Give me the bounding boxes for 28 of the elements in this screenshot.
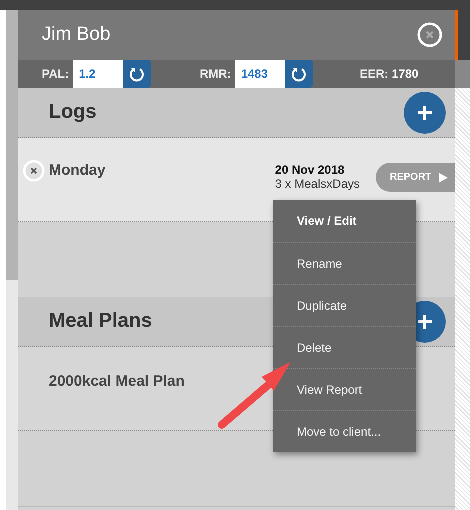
plus-icon: [417, 314, 433, 330]
close-icon[interactable]: [417, 22, 443, 48]
report-button[interactable]: REPORT: [376, 163, 455, 192]
log-name: Monday: [49, 162, 106, 179]
plus-icon: [417, 104, 433, 120]
menu-item[interactable]: Move to client...: [273, 410, 416, 452]
number-field[interactable]: 1.2: [73, 60, 124, 88]
section-title: Logs: [49, 101, 97, 124]
log-date: 20 Nov 2018: [275, 163, 346, 177]
menu-item[interactable]: Duplicate: [273, 284, 416, 326]
side-strip: [455, 60, 470, 88]
stat-label: PAL:: [42, 67, 70, 81]
client-name: Jim Bob: [42, 24, 111, 46]
section-title: Meal Plans: [49, 310, 152, 333]
stat-readout: EER: 1780: [360, 67, 419, 81]
refresh-icon: [291, 66, 308, 82]
log-detail: 3 x MealsxDays: [275, 177, 360, 191]
number-field[interactable]: 1483: [235, 60, 286, 88]
scrollbar[interactable]: [6, 10, 18, 510]
refresh-button[interactable]: [285, 60, 314, 88]
refresh-icon: [129, 66, 146, 82]
plan-name: 2000kcal Meal Plan: [49, 373, 185, 390]
stat-label: RMR:: [200, 67, 232, 81]
refresh-button[interactable]: [123, 60, 152, 88]
menu-item[interactable]: Rename: [273, 242, 416, 284]
remove-icon[interactable]: [23, 160, 45, 182]
add-button[interactable]: [404, 92, 446, 134]
play-icon: [438, 172, 448, 182]
